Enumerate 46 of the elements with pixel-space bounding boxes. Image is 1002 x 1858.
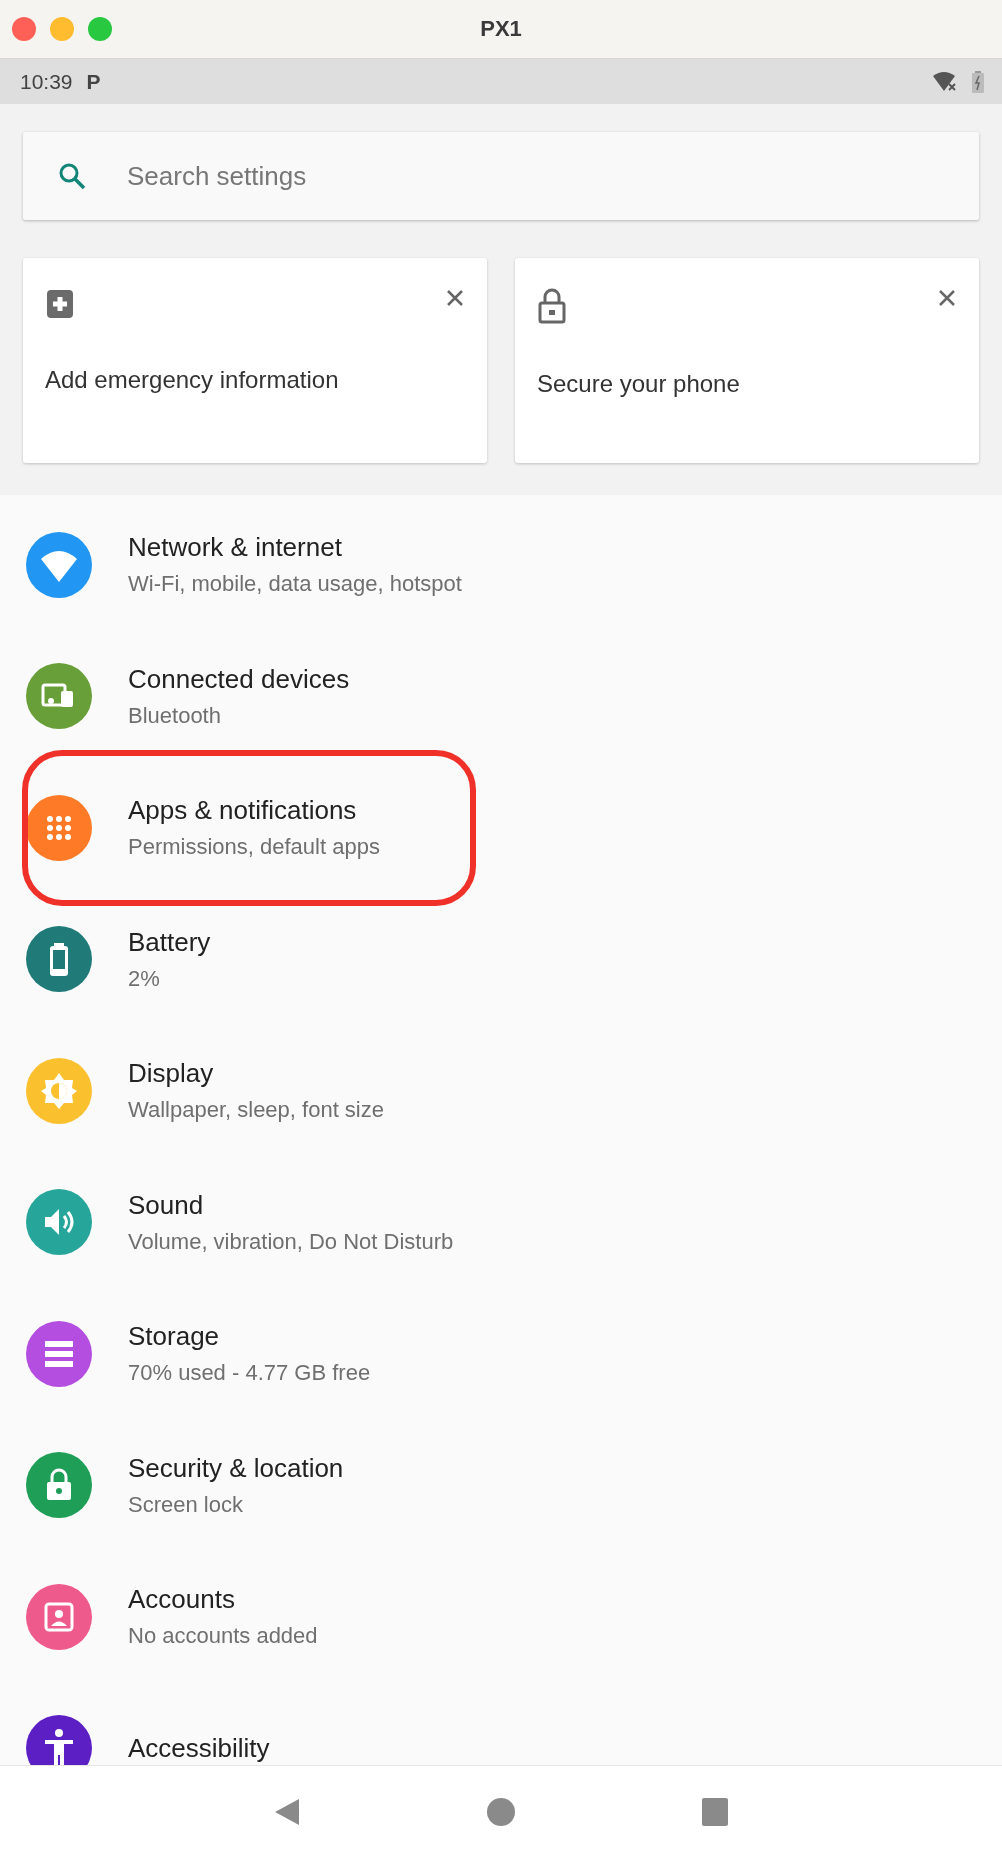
battery-icon [972, 70, 984, 93]
setting-subtitle: Permissions, default apps [128, 834, 380, 861]
setting-title: Battery [128, 926, 211, 958]
zoom-button[interactable] [88, 17, 112, 41]
setting-subtitle: Wallpaper, sleep, font size [128, 1097, 384, 1124]
search-bar[interactable]: Search settings [23, 132, 979, 220]
setting-subtitle: Screen lock [128, 1491, 244, 1518]
setting-row[interactable]: Display Wallpaper, sleep, font size [0, 1025, 1002, 1157]
search-field[interactable]: Search settings [127, 146, 979, 206]
setting-title: Network & internet [128, 532, 343, 564]
recents-button[interactable] [701, 1797, 730, 1827]
suggestion-card[interactable]: Secure your phone [515, 258, 979, 463]
setting-subtitle: 2% [128, 965, 161, 992]
setting-title: Display [128, 1058, 215, 1090]
setting-subtitle: Bluetooth [128, 702, 222, 729]
dismiss-icon[interactable] [937, 288, 957, 308]
setting-title: Storage [128, 1321, 221, 1353]
home-button[interactable] [486, 1797, 516, 1827]
setting-subtitle: 70% used - 4.77 GB free [128, 1360, 371, 1387]
setting-title: Accounts [128, 1584, 236, 1616]
setting-row[interactable]: Storage 70% used - 4.77 GB free [0, 1288, 1002, 1420]
setting-title: Connected devices [128, 663, 350, 695]
notification-icon: P [86, 69, 101, 94]
dismiss-icon[interactable] [445, 288, 465, 308]
suggestion-title: Secure your phone [537, 370, 741, 398]
setting-row[interactable]: Accessibility [0, 1682, 1002, 1765]
setting-row[interactable]: Accounts No accounts added [0, 1551, 1002, 1683]
setting-title: Security & location [128, 1452, 344, 1484]
setting-subtitle: Volume, vibration, Do Not Disturb [128, 1228, 454, 1255]
window-title: PX1 [480, 16, 522, 42]
setting-row[interactable]: Sound Volume, vibration, Do Not Disturb [0, 1156, 1002, 1288]
lock-icon [537, 288, 567, 324]
setting-title: Apps & notifications [128, 795, 358, 827]
suggestion-card[interactable]: Add emergency information [23, 258, 487, 463]
setting-row[interactable]: Network & internet Wi-Fi, mobile, data usage, hotspot [0, 499, 1002, 631]
search-icon [57, 161, 87, 191]
suggestion-title: Add emergency information [45, 366, 340, 394]
close-button[interactable] [12, 17, 36, 41]
medical-icon [45, 288, 75, 320]
clock: 10:39 [20, 69, 73, 94]
setting-title: Accessibility [128, 1732, 270, 1764]
setting-subtitle: No accounts added [128, 1623, 318, 1650]
setting-subtitle: Wi-Fi, mobile, data usage, hotspot [128, 571, 462, 598]
setting-row[interactable]: Security & location Screen lock [0, 1419, 1002, 1551]
setting-title: Sound [128, 1189, 205, 1221]
wifi-off-icon [932, 70, 958, 93]
